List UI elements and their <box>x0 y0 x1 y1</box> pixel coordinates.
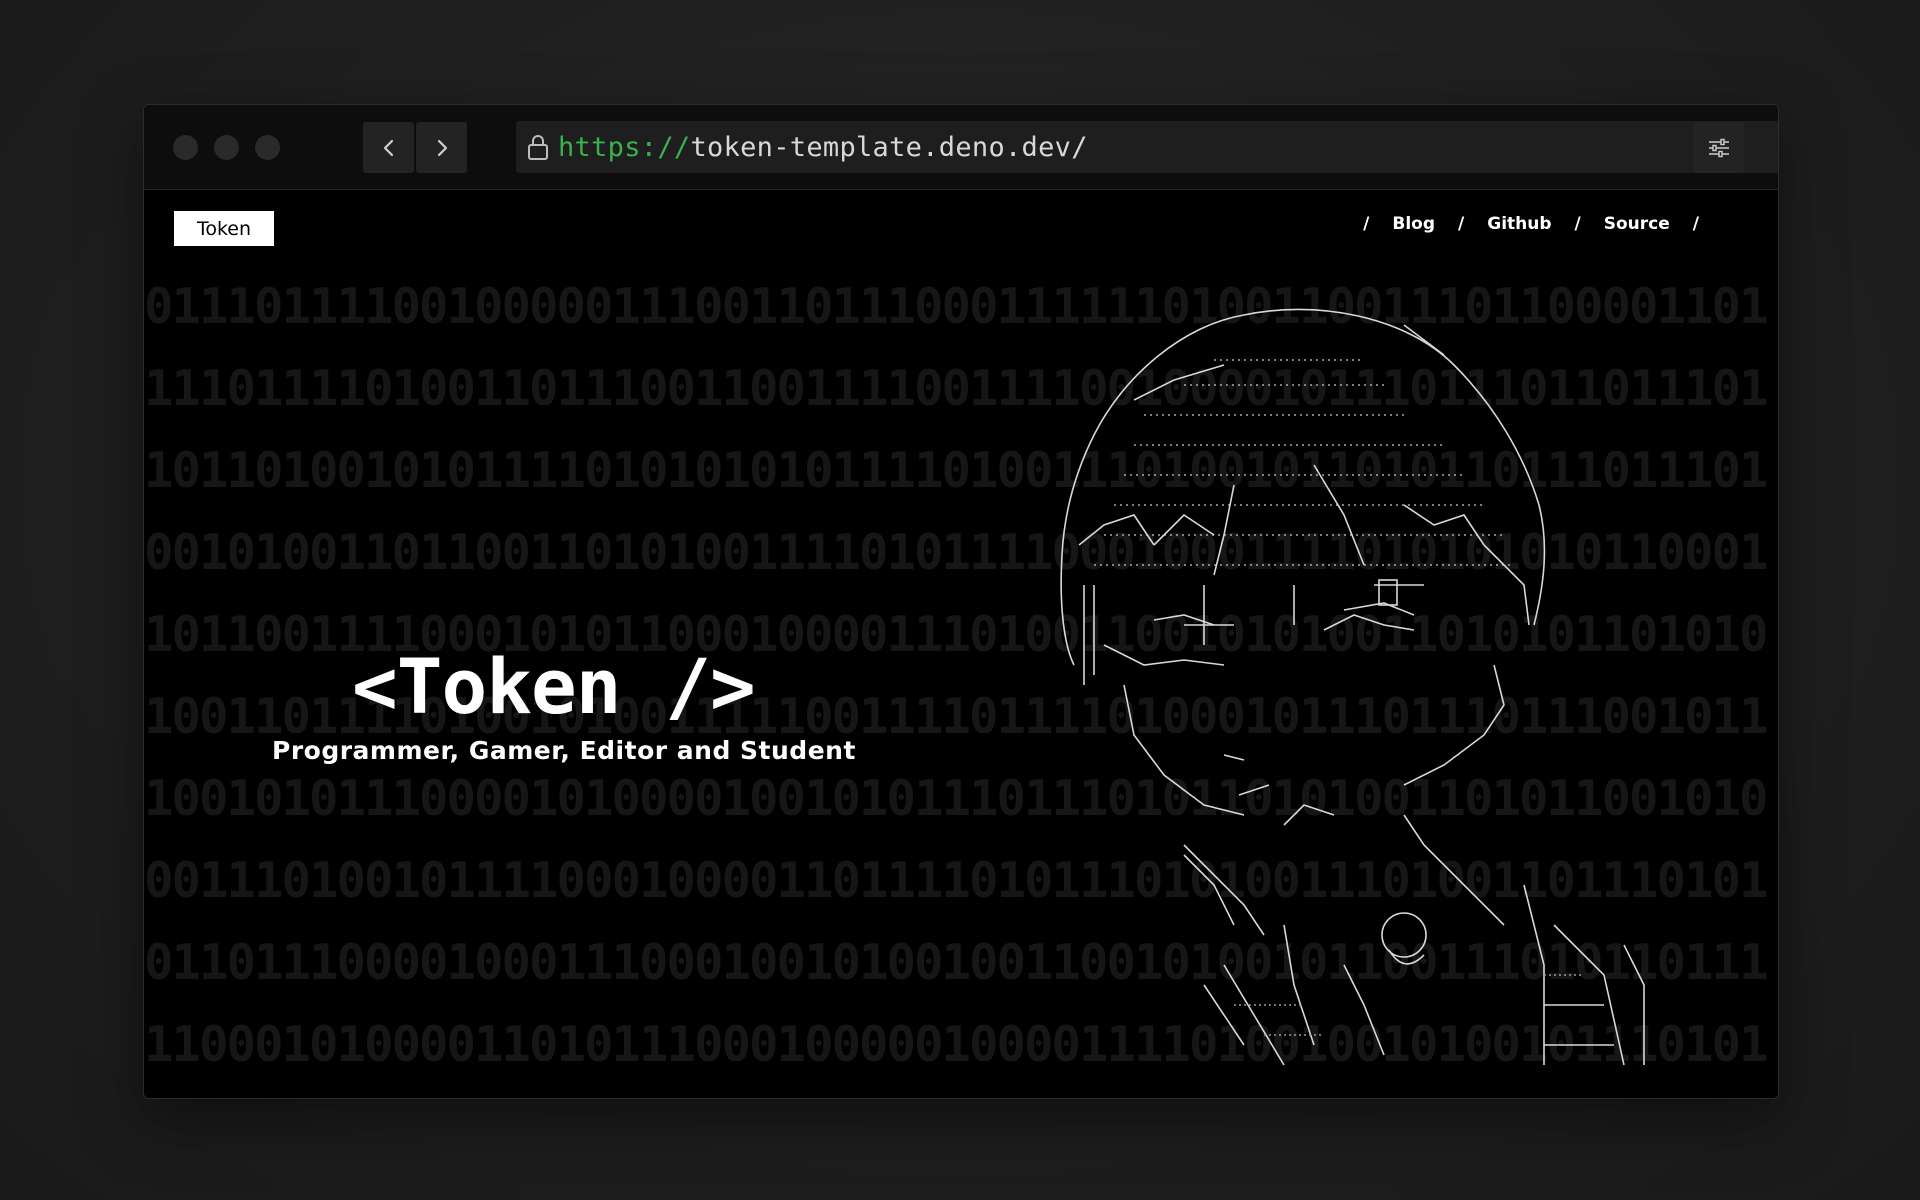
url-text: https://token-template.deno.dev/ <box>558 132 1088 163</box>
window-maximize-button[interactable] <box>255 135 280 160</box>
sliders-icon <box>1708 138 1729 157</box>
hero-subtitle: Programmer, Gamer, Editor and Student <box>272 736 856 765</box>
nav-link-blog[interactable]: Blog <box>1392 214 1435 234</box>
back-button[interactable] <box>363 122 414 173</box>
hero-title: <Token /> <box>352 642 756 731</box>
address-bar[interactable]: https://token-template.deno.dev/ <box>516 121 1778 173</box>
browser-window: https://token-template.deno.dev/ 0111011… <box>143 104 1779 1099</box>
site-nav: / Blog / Github / Source / <box>1340 214 1722 234</box>
url-scheme: https:// <box>558 131 691 163</box>
nav-separator: / <box>1458 214 1465 234</box>
nav-separator: / <box>1363 214 1370 234</box>
nav-separator: / <box>1574 214 1581 234</box>
browser-toolbar: https://token-template.deno.dev/ <box>144 105 1778 190</box>
chevron-left-icon <box>383 139 393 156</box>
site-logo[interactable]: Token <box>174 211 274 246</box>
url-host: token-template.deno.dev/ <box>690 131 1088 163</box>
nav-separator: / <box>1692 214 1699 234</box>
nav-link-source[interactable]: Source <box>1604 214 1670 234</box>
settings-button[interactable] <box>1693 122 1744 173</box>
forward-button[interactable] <box>416 122 467 173</box>
nav-link-github[interactable]: Github <box>1487 214 1551 234</box>
page-viewport: 0111011110010000011100110111000111111010… <box>144 190 1778 1098</box>
chevron-right-icon <box>437 139 447 156</box>
window-close-button[interactable] <box>173 135 198 160</box>
lock-icon <box>526 133 550 161</box>
ascii-art-illustration <box>1060 308 1645 1066</box>
window-minimize-button[interactable] <box>214 135 239 160</box>
